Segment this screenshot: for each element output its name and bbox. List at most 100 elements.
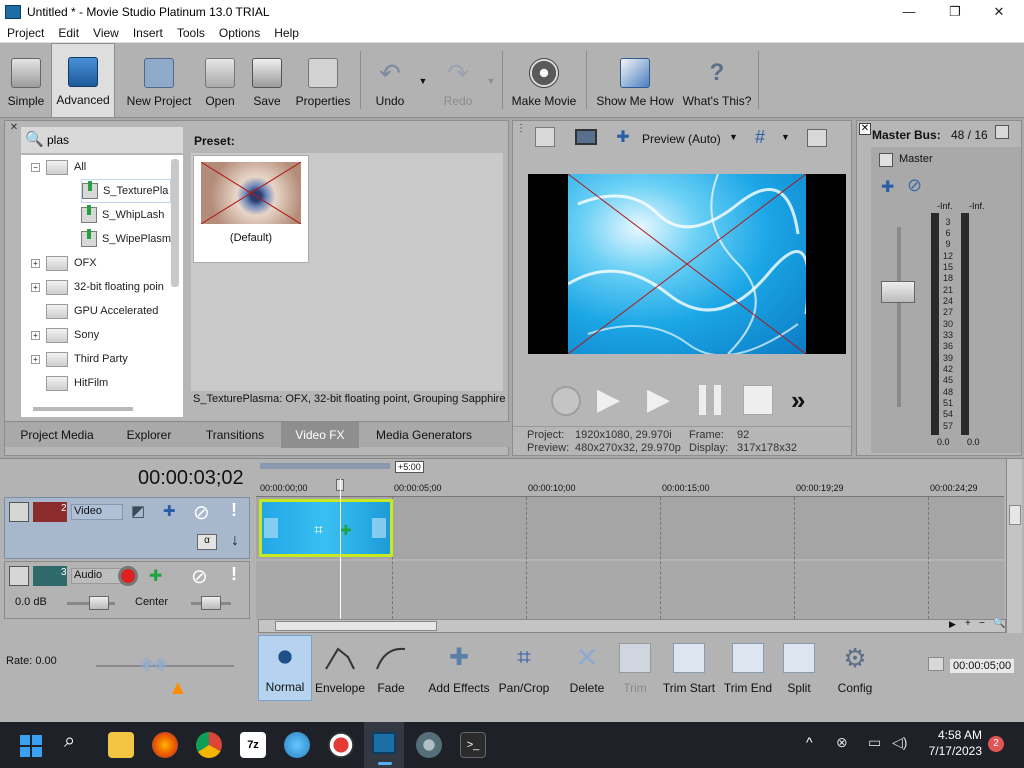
envelope-tool-button[interactable]: Envelope: [314, 635, 366, 701]
mute-icon[interactable]: ⊘: [907, 175, 922, 196]
pan-slider-handle[interactable]: [201, 596, 221, 610]
play-from-start-icon[interactable]: ▶: [597, 383, 629, 417]
tree-item-s-whiplash[interactable]: S_WhipLash: [81, 203, 164, 227]
tree-item-sony[interactable]: + Sony: [31, 323, 99, 347]
video-track-name[interactable]: Video: [71, 504, 123, 520]
zoom-out-icon[interactable]: −: [979, 618, 985, 629]
globe-app-icon[interactable]: [284, 732, 310, 758]
advanced-button[interactable]: Advanced: [51, 43, 115, 118]
clip-trim-handle-left[interactable]: [264, 518, 278, 538]
menu-options[interactable]: Options: [212, 26, 267, 40]
properties-button[interactable]: Properties: [294, 43, 352, 118]
tab-explorer[interactable]: Explorer: [109, 422, 189, 448]
minimize-button[interactable]: —: [886, 0, 932, 23]
preset-default-tile[interactable]: (Default): [193, 155, 309, 263]
normal-tool-button[interactable]: Normal: [258, 635, 312, 701]
audio-track-name[interactable]: Audio: [71, 568, 123, 584]
notification-badge[interactable]: 2: [988, 736, 1004, 752]
pause-icon[interactable]: [699, 385, 721, 415]
expand-icon[interactable]: +: [31, 282, 40, 292]
expand-icon[interactable]: +: [31, 330, 40, 340]
chrome-icon[interactable]: [196, 732, 222, 758]
tree-item-hitfilm[interactable]: HitFilm: [46, 371, 108, 395]
taskbar-active-app[interactable]: [364, 722, 404, 768]
chevron-down-icon[interactable]: ▼: [729, 132, 738, 142]
menu-tools[interactable]: Tools: [170, 26, 212, 40]
tab-media-generators[interactable]: Media Generators: [359, 422, 489, 448]
tree-horizontal-scrollbar[interactable]: [33, 407, 133, 411]
simple-button[interactable]: Simple: [3, 43, 49, 118]
whats-this-button[interactable]: ? What's This?: [682, 43, 752, 118]
pan-crop-button[interactable]: ⌗ Pan/Crop: [496, 635, 552, 701]
tree-vertical-scrollbar[interactable]: [171, 159, 179, 287]
menu-view[interactable]: View: [86, 26, 126, 40]
menu-help[interactable]: Help: [267, 26, 306, 40]
recorder-icon[interactable]: [328, 732, 354, 758]
tree-item-s-textureplasma[interactable]: S_TexturePla: [81, 179, 172, 203]
shuttle-handle[interactable]: ◈◈: [140, 653, 168, 674]
trim-start-button[interactable]: Trim Start: [660, 635, 718, 701]
tab-project-media[interactable]: Project Media: [5, 422, 109, 448]
config-button[interactable]: ⚙ Config: [832, 635, 878, 701]
timeline-horizontal-scrollbar[interactable]: ▶ + − 🔍: [258, 618, 1006, 633]
zoom-in-icon[interactable]: +: [965, 618, 971, 629]
track-expand-icon[interactable]: [9, 502, 29, 522]
tree-item-s-wipeplasma[interactable]: S_WipePlasm: [81, 227, 171, 251]
start-button[interactable]: [20, 735, 42, 757]
new-project-button[interactable]: New Project: [124, 43, 194, 118]
open-button[interactable]: Open: [200, 43, 240, 118]
chevron-up-icon[interactable]: ^: [806, 734, 813, 750]
make-movie-button[interactable]: Make Movie: [510, 43, 578, 118]
clip-trim-handle-right[interactable]: [372, 518, 386, 538]
track-fx-icon[interactable]: ✚: [163, 502, 176, 520]
show-me-how-button[interactable]: Show Me How: [594, 43, 676, 118]
tree-item-ofx[interactable]: + OFX: [31, 251, 97, 275]
expand-icon[interactable]: +: [31, 258, 40, 268]
expand-icon[interactable]: +: [31, 354, 40, 364]
overlays-grid-icon[interactable]: #: [749, 127, 771, 147]
search-input[interactable]: [47, 131, 177, 149]
terminal-icon[interactable]: >_: [460, 732, 486, 758]
firefox-icon[interactable]: [152, 732, 178, 758]
undo-dropdown[interactable]: ▼: [416, 43, 430, 118]
mute-icon[interactable]: ⊘: [193, 500, 210, 525]
menu-edit[interactable]: Edit: [51, 26, 86, 40]
maximize-button[interactable]: ❐: [932, 0, 978, 23]
volume-icon[interactable]: ◁): [892, 734, 907, 751]
time-ruler[interactable]: 00:00:00;00 00:00:05;00 00:00:10;00 00:0…: [256, 479, 1004, 497]
solo-icon[interactable]: !: [231, 500, 237, 521]
trim-end-button[interactable]: Trim End: [720, 635, 776, 701]
loop-region-bar[interactable]: [260, 463, 390, 469]
display-icon[interactable]: ▭: [868, 734, 881, 751]
video-properties-icon[interactable]: [535, 127, 555, 147]
compositing-mode-icon[interactable]: ◩: [131, 502, 145, 520]
close-button[interactable]: ✕: [976, 0, 1022, 23]
clock-date[interactable]: 7/17/2023: [916, 744, 982, 758]
tree-item-gpu-accelerated[interactable]: GPU Accelerated: [46, 299, 158, 323]
search-icon[interactable]: ⌕: [64, 730, 75, 753]
alpha-icon[interactable]: α: [197, 534, 217, 550]
search-box[interactable]: 🔍: [21, 127, 183, 153]
video-track-header[interactable]: 2 Video ◩ ✚ ⊘ ! α ↓: [4, 497, 250, 559]
record-button[interactable]: [551, 386, 581, 416]
tree-item-all[interactable]: − All: [31, 155, 86, 179]
network-icon[interactable]: ⊗: [836, 734, 848, 751]
go-to-end-icon[interactable]: »: [791, 383, 823, 417]
preview-quality-dropdown[interactable]: Preview (Auto): [642, 132, 721, 146]
mute-icon[interactable]: ⊘: [191, 564, 208, 589]
redo-button[interactable]: ↷ Redo: [440, 43, 476, 118]
volume-slider-handle[interactable]: [89, 596, 109, 610]
master-fader-handle[interactable]: [881, 281, 915, 303]
event-fx-icon[interactable]: ✚: [340, 522, 352, 539]
video-clip[interactable]: ⌗ ✚: [259, 499, 393, 557]
track-expand-icon[interactable]: [9, 566, 29, 586]
audio-track-lane[interactable]: [256, 561, 1004, 619]
file-explorer-icon[interactable]: [108, 732, 134, 758]
vertical-scroll-thumb[interactable]: [1009, 505, 1021, 525]
trim-button[interactable]: Trim: [612, 635, 658, 701]
tab-transitions[interactable]: Transitions: [189, 422, 281, 448]
stop-icon[interactable]: [743, 385, 773, 415]
tree-item-32bit[interactable]: + 32-bit floating poin: [31, 275, 164, 299]
collapse-icon[interactable]: −: [31, 162, 40, 172]
timeline-vertical-scrollbar[interactable]: [1006, 459, 1022, 633]
